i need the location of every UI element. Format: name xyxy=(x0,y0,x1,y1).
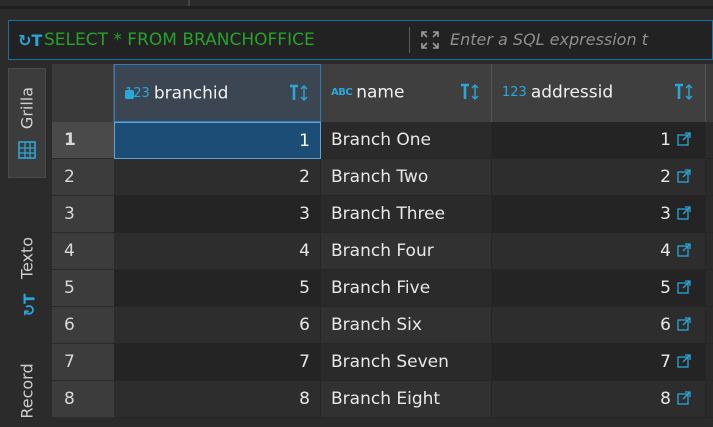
open-link-icon[interactable] xyxy=(677,132,691,146)
cell-name[interactable]: Branch Six xyxy=(321,307,492,344)
row-filler xyxy=(706,122,713,159)
cell-branchid[interactable]: 4 xyxy=(114,233,321,270)
row-number[interactable]: 3 xyxy=(52,196,114,233)
open-link-icon[interactable] xyxy=(677,243,691,257)
toolbar-divider xyxy=(0,6,713,9)
cell-value: 6 xyxy=(660,315,671,335)
cell-addressid[interactable]: 2 xyxy=(492,159,706,196)
row-number[interactable]: 1 xyxy=(52,122,114,159)
row-filler xyxy=(706,270,713,307)
tab-texto[interactable]: Texto ↻T xyxy=(8,204,46,339)
row-number[interactable]: 7 xyxy=(52,344,114,381)
row-filler xyxy=(706,233,713,270)
cell-branchid[interactable]: 7 xyxy=(114,344,321,381)
cell-name[interactable]: Branch Two xyxy=(321,159,492,196)
open-link-icon[interactable] xyxy=(677,354,691,368)
cell-name[interactable]: Branch Five xyxy=(321,270,492,307)
row-filler xyxy=(706,307,713,344)
primary-key-icon xyxy=(125,90,134,99)
table-row[interactable]: 5 5 Branch Five 5 xyxy=(52,270,713,307)
table-row[interactable]: 7 7 Branch Seven 7 xyxy=(52,344,713,381)
column-name: name xyxy=(356,82,405,103)
grid-corner[interactable] xyxy=(52,64,114,122)
cell-name[interactable]: Branch Eight xyxy=(321,381,492,418)
cell-name[interactable]: Branch Three xyxy=(321,196,492,233)
column-header-addressid[interactable]: 123 addressid xyxy=(492,64,706,122)
cell-value: 3 xyxy=(660,204,671,224)
cell-addressid[interactable]: 3 xyxy=(492,196,706,233)
filter-sort-icon[interactable] xyxy=(288,83,310,103)
row-filler xyxy=(706,381,713,418)
table-row[interactable]: 3 3 Branch Three 3 xyxy=(52,196,713,233)
cell-addressid[interactable]: 5 xyxy=(492,270,706,307)
numeric-type-icon: 123 xyxy=(502,85,527,100)
cell-name[interactable]: Branch One xyxy=(321,122,492,159)
column-name: addressid xyxy=(530,82,614,103)
cell-value: 1 xyxy=(660,130,671,150)
open-link-icon[interactable] xyxy=(677,280,691,294)
sql-filter-bar[interactable]: ↻T SELECT * FROM BRANCHOFFICE Enter a SQ… xyxy=(8,20,713,60)
table-row[interactable]: 6 6 Branch Six 6 xyxy=(52,307,713,344)
row-number[interactable]: 2 xyxy=(52,159,114,196)
cell-value: 4 xyxy=(660,241,671,261)
row-number[interactable]: 6 xyxy=(52,307,114,344)
cell-addressid[interactable]: 6 xyxy=(492,307,706,344)
header-filler xyxy=(706,64,713,122)
row-number[interactable]: 8 xyxy=(52,381,114,418)
cell-addressid[interactable]: 4 xyxy=(492,233,706,270)
tab-record-label: Record xyxy=(17,362,37,419)
cell-branchid[interactable]: 8 xyxy=(114,381,321,418)
cell-name[interactable]: Branch Four xyxy=(321,233,492,270)
cell-branchid[interactable]: 1 xyxy=(114,122,321,159)
cell-addressid[interactable]: 1 xyxy=(492,122,706,159)
cell-branchid[interactable]: 3 xyxy=(114,196,321,233)
cell-addressid[interactable]: 8 xyxy=(492,381,706,418)
column-header-name[interactable]: ABC name xyxy=(321,64,492,122)
cell-branchid[interactable]: 2 xyxy=(114,159,321,196)
toolbar-separator xyxy=(188,0,190,6)
table-row[interactable]: 1 1 Branch One 1 xyxy=(52,122,713,159)
tab-grilla[interactable]: Grilla xyxy=(8,68,46,178)
text-icon: ↻T xyxy=(20,293,39,317)
cell-branchid[interactable]: 5 xyxy=(114,270,321,307)
sql-text-icon: ↻T xyxy=(18,31,43,50)
cell-value: 8 xyxy=(660,389,671,409)
filter-separator xyxy=(409,27,410,53)
sql-query-text[interactable]: SELECT * FROM BRANCHOFFICE xyxy=(44,30,315,50)
row-filler xyxy=(706,196,713,233)
open-link-icon[interactable] xyxy=(677,317,691,331)
text-type-icon: ABC xyxy=(331,87,353,98)
grid-icon xyxy=(18,141,36,159)
presentation-tabs: Grilla Texto ↻T Record xyxy=(0,64,52,427)
open-link-icon[interactable] xyxy=(677,391,691,405)
column-header-branchid[interactable]: 123 branchid xyxy=(114,64,321,122)
row-number[interactable]: 4 xyxy=(52,233,114,270)
tab-grilla-label: Grilla xyxy=(17,86,37,129)
tab-record[interactable]: Record xyxy=(8,346,46,427)
cell-name[interactable]: Branch Seven xyxy=(321,344,492,381)
cell-value: 7 xyxy=(660,352,671,372)
expand-editor-icon[interactable] xyxy=(419,29,441,51)
top-toolbar-strip xyxy=(0,0,713,9)
row-filler xyxy=(706,159,713,196)
sql-filter-input[interactable]: Enter a SQL expression t xyxy=(450,30,648,49)
row-number[interactable]: 5 xyxy=(52,270,114,307)
results-grid: 123 branchid ABC name 123 addressid 1 1 Bran xyxy=(52,64,713,427)
open-link-icon[interactable] xyxy=(677,206,691,220)
open-link-icon[interactable] xyxy=(677,169,691,183)
cell-value: 5 xyxy=(660,278,671,298)
cell-addressid[interactable]: 7 xyxy=(492,344,706,381)
tab-texto-label: Texto xyxy=(17,236,37,280)
filter-sort-icon[interactable] xyxy=(673,82,695,102)
table-row[interactable]: 2 2 Branch Two 2 xyxy=(52,159,713,196)
column-name: branchid xyxy=(153,83,229,104)
cell-value: 2 xyxy=(660,167,671,187)
row-filler xyxy=(706,344,713,381)
table-row[interactable]: 8 8 Branch Eight 8 xyxy=(52,381,713,418)
cell-branchid[interactable]: 6 xyxy=(114,307,321,344)
table-row[interactable]: 4 4 Branch Four 4 xyxy=(52,233,713,270)
filter-sort-icon[interactable] xyxy=(459,82,481,102)
